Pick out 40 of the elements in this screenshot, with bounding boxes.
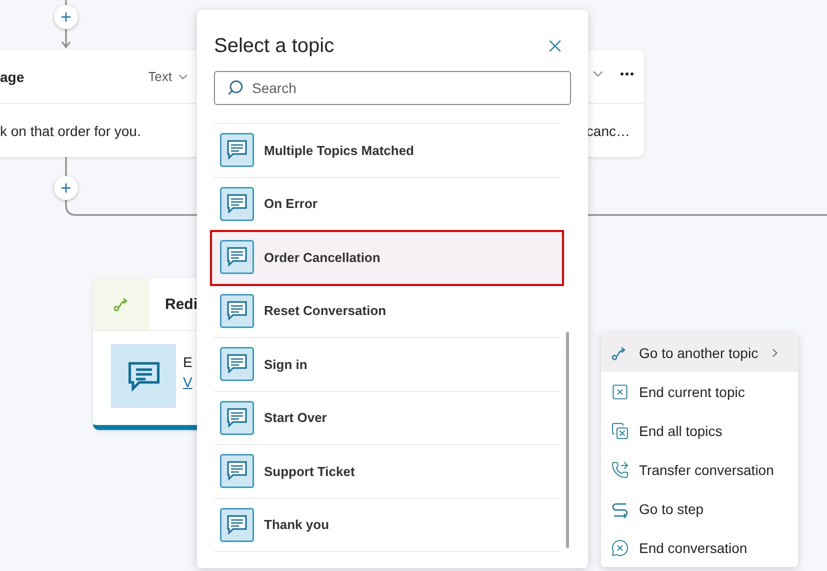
speech-bubble-icon bbox=[220, 294, 254, 328]
phone-forward-icon bbox=[611, 460, 629, 478]
topic-text: E bbox=[183, 354, 192, 370]
speech-bubble-icon bbox=[220, 133, 254, 168]
topic-item[interactable]: Reset Conversation bbox=[214, 284, 560, 338]
scrollbar[interactable] bbox=[566, 332, 569, 548]
chat-x-icon bbox=[611, 538, 629, 556]
menu-item[interactable]: End all topics bbox=[601, 411, 798, 450]
topic-item[interactable]: Support Ticket bbox=[214, 445, 560, 498]
square-x-icon bbox=[611, 382, 629, 400]
menu-item[interactable]: Go to step bbox=[601, 489, 798, 528]
topic-item[interactable]: Order Cancellation bbox=[211, 231, 563, 284]
speech-bubble-icon bbox=[220, 186, 254, 221]
search-field[interactable]: Search bbox=[214, 71, 571, 105]
speech-bubble-icon bbox=[220, 347, 254, 382]
topic-item[interactable]: Start Over bbox=[214, 392, 560, 445]
plus-icon bbox=[59, 181, 73, 195]
dialog-title: Select a topic bbox=[214, 34, 334, 58]
card-title: age bbox=[0, 68, 24, 84]
topic-link[interactable]: V bbox=[183, 374, 192, 390]
speech-bubble-icon bbox=[220, 454, 254, 488]
speech-bubble-icon bbox=[220, 400, 254, 435]
stacked-x-icon bbox=[611, 422, 629, 440]
type-dropdown[interactable]: Text bbox=[148, 69, 190, 84]
menu-item[interactable]: Transfer conversation bbox=[601, 450, 798, 489]
speech-bubble-icon bbox=[220, 240, 254, 274]
speech-bubble-icon bbox=[220, 508, 254, 542]
more-icon bbox=[620, 72, 634, 76]
topic-item[interactable]: Multiple Topics Matched bbox=[214, 124, 560, 178]
topic-item[interactable]: Thank you bbox=[214, 498, 560, 552]
plus-icon bbox=[59, 10, 73, 24]
message-text: k on that order for you. bbox=[0, 122, 141, 138]
card-title: Redi bbox=[165, 296, 198, 312]
more-button[interactable] bbox=[620, 72, 634, 76]
search-icon bbox=[227, 79, 244, 96]
redirect-arrow-icon bbox=[112, 295, 130, 313]
menu-item[interactable]: End current topic bbox=[601, 372, 798, 411]
menu-item[interactable]: Go to another topic bbox=[601, 333, 798, 372]
topic-item[interactable]: Sign in bbox=[214, 338, 560, 392]
menu-item[interactable]: End conversation bbox=[601, 528, 798, 567]
